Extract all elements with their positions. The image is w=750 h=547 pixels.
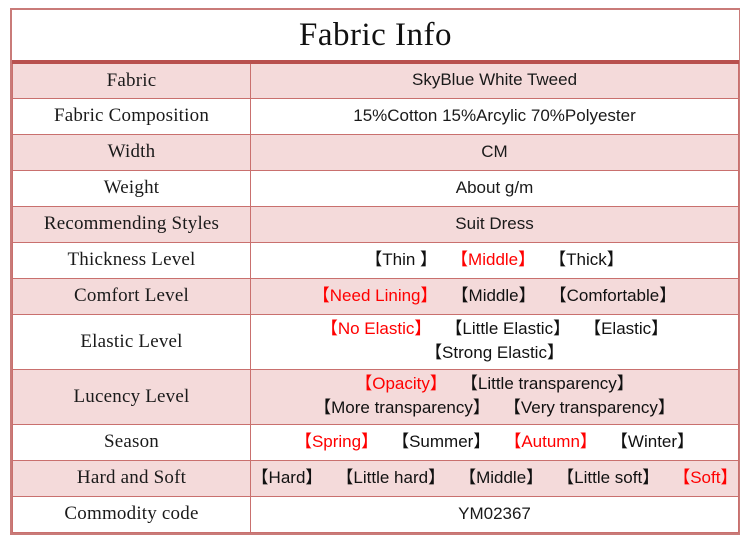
row-label: Weight <box>12 169 251 207</box>
row-value: 【Hard】 【Little hard】 【Middle】 【Little soft】… <box>249 459 740 497</box>
option-line: 【More transparency】 【Very transparency】 <box>251 397 738 420</box>
row-label: Lucency Level <box>12 368 251 425</box>
row-value: 15%Cotton 15%Arcylic 70%Polyester <box>249 97 740 135</box>
option-selected[interactable]: 【Middle】 <box>451 249 535 272</box>
option-line: 【No Elastic】 【Little Elastic】 【Elastic】 <box>251 318 738 341</box>
option[interactable]: 【Strong Elastic】 <box>425 342 564 365</box>
table-row: Commodity code YM02367 <box>12 495 740 533</box>
row-value: Suit Dress <box>249 205 740 243</box>
table-row: Thickness Level 【Thin 】【Middle】 【Thick】 <box>12 241 740 279</box>
table-row: Fabric Composition 15%Cotton 15%Arcylic 7… <box>12 97 740 135</box>
option-selected[interactable]: 【Soft】 <box>673 467 737 490</box>
page-title: Fabric Info <box>298 16 453 53</box>
row-value: 【Thin 】【Middle】 【Thick】 <box>249 241 740 279</box>
row-value: 【Need Lining】 【Middle】 【Comfortable】 <box>249 277 740 315</box>
option[interactable]: 【Elastic】 <box>584 318 668 341</box>
option[interactable]: 【Comfortable】 <box>550 285 677 308</box>
option[interactable]: 【Thick】 <box>549 249 624 272</box>
option[interactable]: 【Very transparency】 <box>504 397 675 420</box>
row-label: Commodity code <box>12 495 251 533</box>
table-row: Season 【Spring】 【Summer】 【Autumn】 【Winter】 <box>12 423 740 461</box>
option-line: 【Thin 】【Middle】 【Thick】 <box>251 249 738 272</box>
row-value: CM <box>249 133 740 171</box>
option[interactable]: 【Little soft】 <box>557 467 659 490</box>
row-label: Comfort Level <box>12 277 251 315</box>
table-row: Hard and Soft 【Hard】 【Little hard】 【Middle】… <box>12 459 740 497</box>
row-label: Thickness Level <box>12 241 251 279</box>
row-value-text: Suit Dress <box>455 213 534 233</box>
option[interactable]: 【Little transparency】 <box>461 373 634 396</box>
row-label: Fabric Composition <box>12 97 251 135</box>
option-line: 【Opacity】 【Little transparency】 <box>251 373 738 396</box>
option-selected[interactable]: 【Spring】 <box>295 431 378 454</box>
row-label: Hard and Soft <box>12 459 251 497</box>
table-body: Fabric Info <box>12 10 739 64</box>
fabric-info-table-wrapper: Fabric Info Fabric SkyBlue White Tweed Fab… <box>10 8 740 535</box>
option[interactable]: 【More transparency】 <box>314 397 490 420</box>
fabric-info-table: Fabric Info Fabric SkyBlue White Tweed Fab… <box>12 10 740 533</box>
row-label: Recommending Styles <box>12 205 251 243</box>
row-value-text: SkyBlue White Tweed <box>411 70 578 90</box>
option[interactable]: 【Little hard】 <box>336 467 445 490</box>
table-row: Recommending Styles Suit Dress <box>12 205 740 243</box>
option[interactable]: 【Middle】 <box>459 467 543 490</box>
row-value: SkyBlue White Tweed <box>249 61 740 99</box>
option[interactable]: 【Winter】 <box>611 431 694 454</box>
option-line: 【Hard】 【Little hard】 【Middle】 【Little soft】… <box>251 467 738 490</box>
table-row: Width CM <box>12 133 740 171</box>
title-row: Fabric Info <box>12 10 739 64</box>
row-value: 【Opacity】 【Little transparency】 【More tran… <box>249 368 740 425</box>
table-row: Lucency Level 【Opacity】 【Little transparen… <box>12 368 740 425</box>
option[interactable]: 【Little Elastic】 <box>445 318 570 341</box>
table-row: Fabric SkyBlue White Tweed <box>12 61 740 99</box>
option-selected[interactable]: 【Autumn】 <box>504 431 597 454</box>
table-row: Elastic Level 【No Elastic】 【Little Elastic… <box>12 313 740 370</box>
table-row: Weight About g/m <box>12 169 740 207</box>
row-label: Season <box>12 423 251 461</box>
fabric-info-page: Fabric Info Fabric SkyBlue White Tweed Fab… <box>0 0 750 547</box>
option-selected[interactable]: 【No Elastic】 <box>321 318 432 341</box>
option[interactable]: 【Thin 】 <box>365 249 437 272</box>
row-label: Fabric <box>12 61 251 99</box>
option-selected[interactable]: 【Need Lining】 <box>313 285 438 308</box>
title-cell: Fabric Info <box>12 10 739 64</box>
row-value-text: About g/m <box>455 177 534 197</box>
option-selected[interactable]: 【Opacity】 <box>355 373 447 396</box>
row-label: Width <box>12 133 251 171</box>
option[interactable]: 【Summer】 <box>392 431 490 454</box>
row-value-text: CM <box>481 141 508 161</box>
row-value: About g/m <box>249 169 740 207</box>
row-value-text: 15%Cotton 15%Arcylic 70%Polyester <box>353 105 636 125</box>
row-value: YM02367 <box>249 495 740 533</box>
row-value-text: YM02367 <box>458 503 531 523</box>
option[interactable]: 【Middle】 <box>452 285 536 308</box>
row-value: 【Spring】 【Summer】 【Autumn】 【Winter】 <box>249 423 740 461</box>
table-row: Comfort Level 【Need Lining】 【Middle】 【Comfo… <box>12 277 740 315</box>
row-label: Elastic Level <box>12 313 251 370</box>
option[interactable]: 【Hard】 <box>252 467 323 490</box>
option-line: 【Strong Elastic】 <box>251 342 738 365</box>
option-line: 【Spring】 【Summer】 【Autumn】 【Winter】 <box>251 431 738 454</box>
option-line: 【Need Lining】 【Middle】 【Comfortable】 <box>251 285 738 308</box>
row-value: 【No Elastic】 【Little Elastic】 【Elastic】 【St… <box>249 313 740 370</box>
data-rows-body: Fabric SkyBlue White Tweed Fabric Composit… <box>12 61 740 533</box>
